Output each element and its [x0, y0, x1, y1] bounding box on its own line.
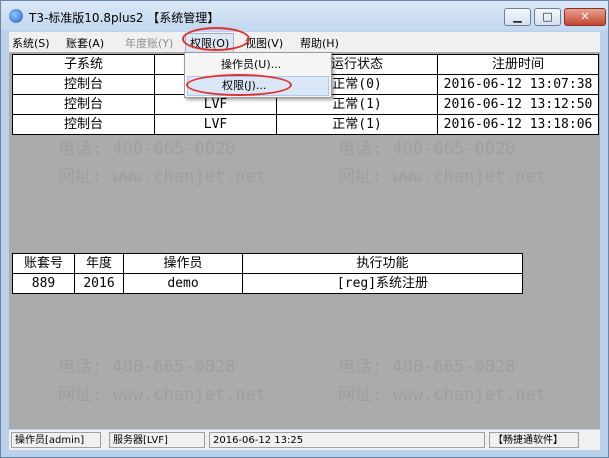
operation-log-table: 账套号 年度 操作员 执行功能 889 2016 demo [reg]系统注册	[12, 253, 523, 294]
column-header[interactable]: 账套号	[12, 253, 75, 274]
watermark-phone: 电话: 400-665-0028	[58, 357, 236, 377]
maximize-icon: □	[542, 10, 553, 23]
subsystem-cell[interactable]: 控制台	[12, 114, 155, 135]
watermark-phone: 电话: 400-665-0028	[338, 139, 516, 159]
minimize-icon: ▁	[513, 10, 522, 23]
highlight-circle-menu	[182, 27, 250, 51]
dropdown-item-operator[interactable]: 操作员(U)...	[187, 55, 329, 75]
status-vendor: 【畅捷通软件】	[489, 432, 579, 448]
register-time-cell[interactable]: 2016-06-12 13:18:06	[437, 114, 599, 135]
register-time-cell[interactable]: 2016-06-12 13:12:50	[437, 94, 599, 115]
menu-help[interactable]: 帮助(H)	[300, 35, 339, 51]
menu-account[interactable]: 账套(A)	[66, 35, 104, 51]
table-row[interactable]: 控制台 LVF 正常(1) 2016-06-12 13:18:06	[12, 114, 599, 135]
status-operator: 操作员[admin]	[11, 432, 101, 448]
watermark-site: 网址: www.chanjet.net	[338, 167, 546, 187]
status-server: 服务器[LVF]	[109, 432, 205, 448]
operator-cell[interactable]: demo	[123, 273, 243, 294]
year-cell[interactable]: 2016	[74, 273, 124, 294]
menu-year-account[interactable]: 年度账(Y)	[125, 35, 173, 51]
column-header[interactable]: 子系统	[12, 54, 155, 75]
title-bar[interactable]: T3-标准版10.8plus2 【系统管理】 ▁ □ ✕	[1, 1, 608, 31]
subsystem-cell[interactable]: 控制台	[12, 94, 155, 115]
window-title: T3-标准版10.8plus2 【系统管理】	[29, 11, 220, 25]
table-row[interactable]: 889 2016 demo [reg]系统注册	[12, 273, 523, 294]
watermark-site: 网址: www.chanjet.net	[338, 385, 546, 405]
table-header-row: 账套号 年度 操作员 执行功能	[12, 253, 523, 274]
account-number-cell[interactable]: 889	[12, 273, 75, 294]
highlight-circle-item	[186, 74, 292, 96]
maximize-button[interactable]: □	[534, 8, 561, 26]
watermark-site: 网址: www.chanjet.net	[58, 167, 266, 187]
register-time-cell[interactable]: 2016-06-12 13:07:38	[437, 74, 599, 95]
status-datetime: 2016-06-12 13:25	[209, 432, 485, 448]
close-button[interactable]: ✕	[564, 8, 606, 26]
menu-bar: 系统(S) 账套(A) 年度账(Y) 权限(O) 视图(V) 帮助(H)	[9, 32, 600, 53]
close-icon: ✕	[580, 10, 590, 23]
column-header[interactable]: 注册时间	[437, 54, 599, 75]
column-header[interactable]: 执行功能	[242, 253, 523, 274]
column-header[interactable]: 操作员	[123, 253, 243, 274]
subsystem-cell[interactable]: 控制台	[12, 74, 155, 95]
app-logo-icon	[9, 9, 23, 23]
function-cell[interactable]: [reg]系统注册	[242, 273, 523, 294]
column-header[interactable]: 年度	[74, 253, 124, 274]
status-bar: 操作员[admin] 服务器[LVF] 2016-06-12 13:25 【畅捷…	[9, 430, 600, 450]
status-cell[interactable]: 正常(1)	[276, 114, 438, 135]
watermark-phone: 电话: 400-665-0028	[58, 139, 236, 159]
menu-view[interactable]: 视图(V)	[245, 35, 283, 51]
watermark-phone: 电话: 400-665-0028	[338, 357, 516, 377]
watermark-site: 网址: www.chanjet.net	[58, 385, 266, 405]
minimize-button[interactable]: ▁	[504, 8, 531, 26]
menu-system[interactable]: 系统(S)	[12, 35, 50, 51]
site-cell[interactable]: LVF	[154, 114, 277, 135]
